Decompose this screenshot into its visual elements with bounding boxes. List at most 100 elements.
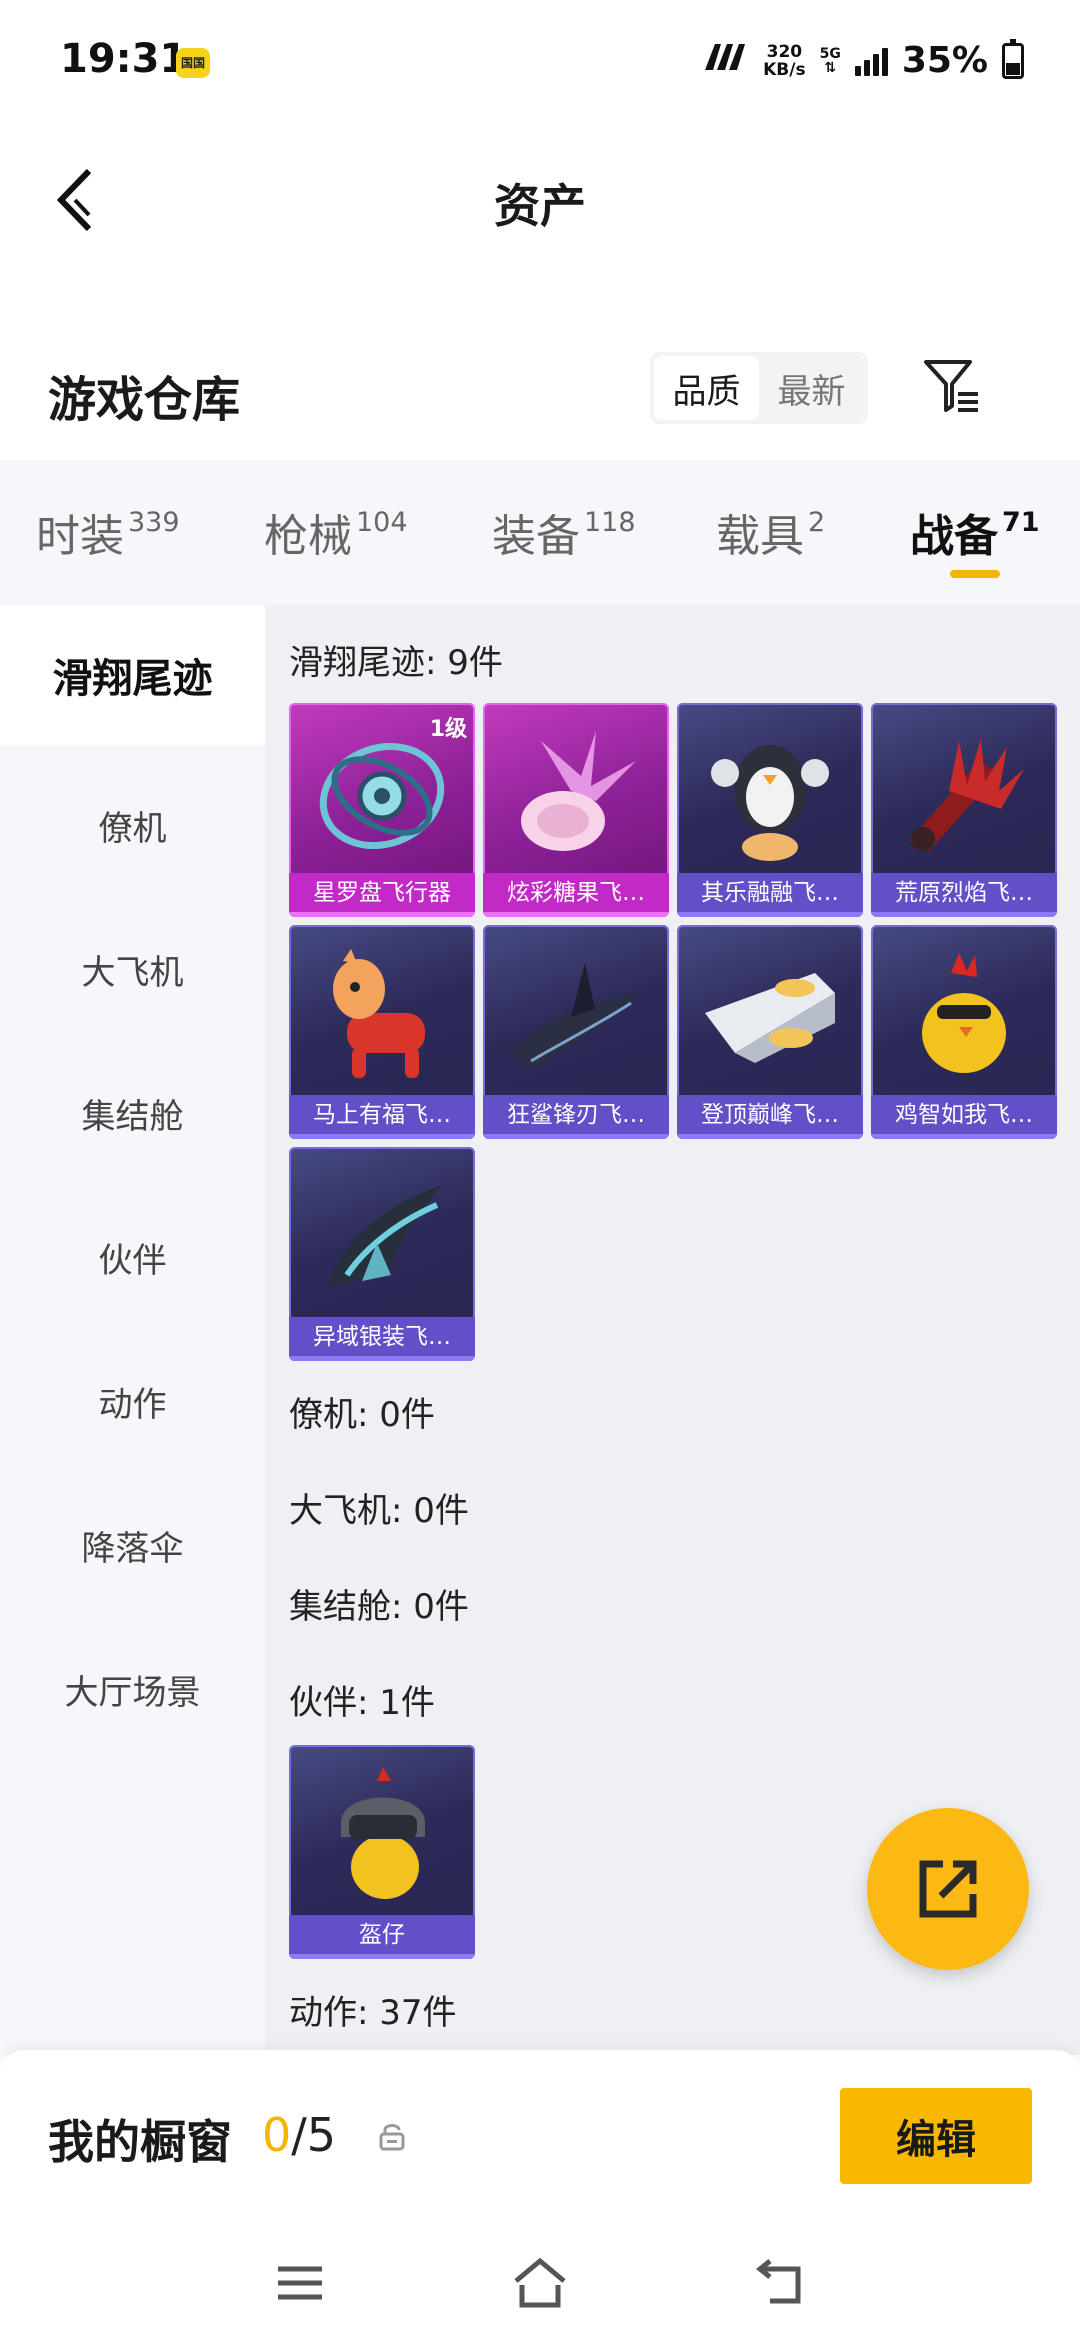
sidebar-item-airplane[interactable]: 大飞机 — [0, 899, 265, 1039]
sidebar-item-lobby-scene[interactable]: 大厅场景 — [0, 1619, 265, 1759]
status-time: 19:31 — [60, 36, 188, 82]
compass-aircraft-icon — [319, 742, 445, 850]
tab-active-indicator — [950, 570, 1000, 578]
signal-icon — [854, 46, 888, 76]
flame-glider-icon — [909, 739, 1024, 851]
sidebar-item-action[interactable]: 动作 — [0, 1331, 265, 1471]
tab-readiness[interactable]: 战备 71 — [910, 500, 1040, 564]
warehouse-header: 游戏仓库 品质 最新 — [0, 330, 1080, 460]
network-speed-value: 320 — [766, 41, 803, 62]
network-brand-icon — [701, 41, 749, 81]
tab-label: 战备 — [910, 511, 998, 562]
item-name: 炫彩糖果飞… — [483, 873, 669, 917]
status-notification-badge: 国国 — [176, 48, 210, 78]
sidebar-item-glide-trail[interactable]: 滑翔尾迹 — [0, 605, 265, 745]
item-card[interactable]: 登顶巅峰飞… — [677, 925, 863, 1139]
sort-toggle: 品质 最新 — [650, 352, 868, 424]
item-card[interactable]: 异域银装飞… — [289, 1147, 475, 1361]
tab-count: 71 — [1002, 507, 1040, 538]
lock-icon — [379, 2124, 405, 2151]
share-external-icon — [919, 1860, 977, 1918]
home-button[interactable] — [510, 2255, 570, 2315]
menu-icon — [278, 2266, 322, 2300]
chicken-icon — [922, 953, 1006, 1073]
item-name: 马上有福飞… — [289, 1095, 475, 1139]
item-card[interactable]: 盔仔 — [289, 1745, 475, 1959]
tab-count: 2 — [808, 507, 826, 538]
sidebar-item-partner[interactable]: 伙伴 — [0, 1187, 265, 1327]
section-label-wingman: 僚机: 0件 — [289, 1395, 435, 1435]
section-label-glide-trail: 滑翔尾迹: 9件 — [289, 643, 503, 683]
filter-icon — [924, 360, 978, 412]
status-right-group: 320 KB/s 5G ⇅ 35% — [701, 38, 1024, 81]
tab-label: 装备 — [492, 511, 580, 562]
system-nav-bar — [0, 2225, 1080, 2344]
tab-label: 枪械 — [264, 511, 352, 562]
page-title: 资产 — [494, 179, 586, 233]
network-type: 5G ⇅ — [820, 47, 841, 75]
tab-count: 104 — [356, 507, 408, 538]
section-label-partner: 伙伴: 1件 — [289, 1683, 435, 1723]
item-name: 登顶巅峰飞… — [677, 1095, 863, 1139]
tab-vehicles[interactable]: 载具 2 — [716, 500, 825, 564]
tab-label: 载具 — [716, 511, 804, 562]
item-name: 狂鲨锋刃飞… — [483, 1095, 669, 1139]
back-nav-button[interactable] — [752, 2255, 812, 2315]
warehouse-title: 游戏仓库 — [48, 372, 241, 428]
item-card[interactable]: 其乐融融飞… — [677, 703, 863, 917]
title-bar: 资产 — [0, 120, 1080, 280]
showcase-bar: 我的橱窗 0/5 编辑 — [0, 2050, 1080, 2225]
sort-quality-button[interactable]: 品质 — [654, 356, 759, 420]
sidebar: 滑翔尾迹 僚机 大飞机 集结舱 伙伴 动作 降落伞 大厅场景 — [0, 605, 265, 2055]
filter-button[interactable] — [920, 354, 990, 424]
item-card[interactable]: 荒原烈焰飞… — [871, 703, 1057, 917]
edit-button[interactable]: 编辑 — [840, 2088, 1032, 2184]
showcase-label: 我的橱窗 — [48, 2115, 232, 2169]
tab-firearms[interactable]: 枪械 104 — [264, 500, 408, 564]
section-label-assembly-pod: 集结舱: 0件 — [289, 1587, 469, 1627]
sidebar-item-parachute[interactable]: 降落伞 — [0, 1475, 265, 1615]
menu-button[interactable] — [272, 2255, 332, 2315]
item-card[interactable]: 1级 星罗盘飞行器 — [289, 703, 475, 917]
network-speed-unit: KB/s — [763, 59, 806, 80]
item-name: 鸡智如我飞… — [871, 1095, 1057, 1139]
item-card[interactable]: 炫彩糖果飞… — [483, 703, 669, 917]
item-name: 其乐融融飞… — [677, 873, 863, 917]
tab-count: 339 — [128, 507, 180, 538]
data-arrows-icon: ⇅ — [824, 59, 837, 76]
candy-bow-icon — [521, 731, 636, 851]
battery-percent: 35% — [901, 40, 988, 81]
sort-newest-button[interactable]: 最新 — [759, 356, 864, 420]
tab-fashion[interactable]: 时装 339 — [36, 500, 180, 564]
back-icon — [755, 2259, 801, 2304]
network-speed: 320 KB/s — [763, 43, 805, 79]
silver-wing-icon — [327, 1185, 442, 1285]
showcase-current: 0 — [262, 2108, 292, 2162]
item-card[interactable]: 狂鲨锋刃飞… — [483, 925, 669, 1139]
section-label-action: 动作: 37件 — [289, 1993, 457, 2033]
horse-toy-icon — [333, 949, 425, 1078]
showcase-count: 0/5 — [262, 2108, 336, 2162]
item-name: 荒原烈焰飞… — [871, 873, 1057, 917]
item-level: 1级 — [429, 717, 467, 742]
shark-icon — [511, 963, 641, 1068]
helmet-chick-icon — [341, 1767, 425, 1899]
tab-equipment[interactable]: 装备 118 — [492, 500, 636, 564]
sidebar-item-wingman[interactable]: 僚机 — [0, 755, 265, 895]
category-tabs: 时装 339 枪械 104 装备 118 载具 2 战备 71 — [0, 460, 1080, 605]
sidebar-item-assembly-pod[interactable]: 集结舱 — [0, 1043, 265, 1183]
share-button[interactable] — [867, 1808, 1029, 1970]
network-type-label: 5G — [819, 45, 841, 62]
item-name: 盔仔 — [289, 1915, 475, 1959]
item-name: 星罗盘飞行器 — [289, 873, 475, 917]
item-card[interactable]: 鸡智如我飞… — [871, 925, 1057, 1139]
section-label-airplane: 大飞机: 0件 — [289, 1491, 469, 1531]
item-name: 异域银装飞… — [289, 1317, 475, 1361]
showcase-total: /5 — [291, 2108, 337, 2162]
item-card[interactable]: 马上有福飞… — [289, 925, 475, 1139]
battery-icon — [1002, 38, 1024, 79]
tab-label: 时装 — [36, 511, 124, 562]
tab-count: 118 — [584, 507, 636, 538]
status-bar: 19:31 国国 320 KB/s 5G ⇅ 35% — [0, 0, 1080, 120]
peak-jet-icon — [705, 973, 835, 1063]
